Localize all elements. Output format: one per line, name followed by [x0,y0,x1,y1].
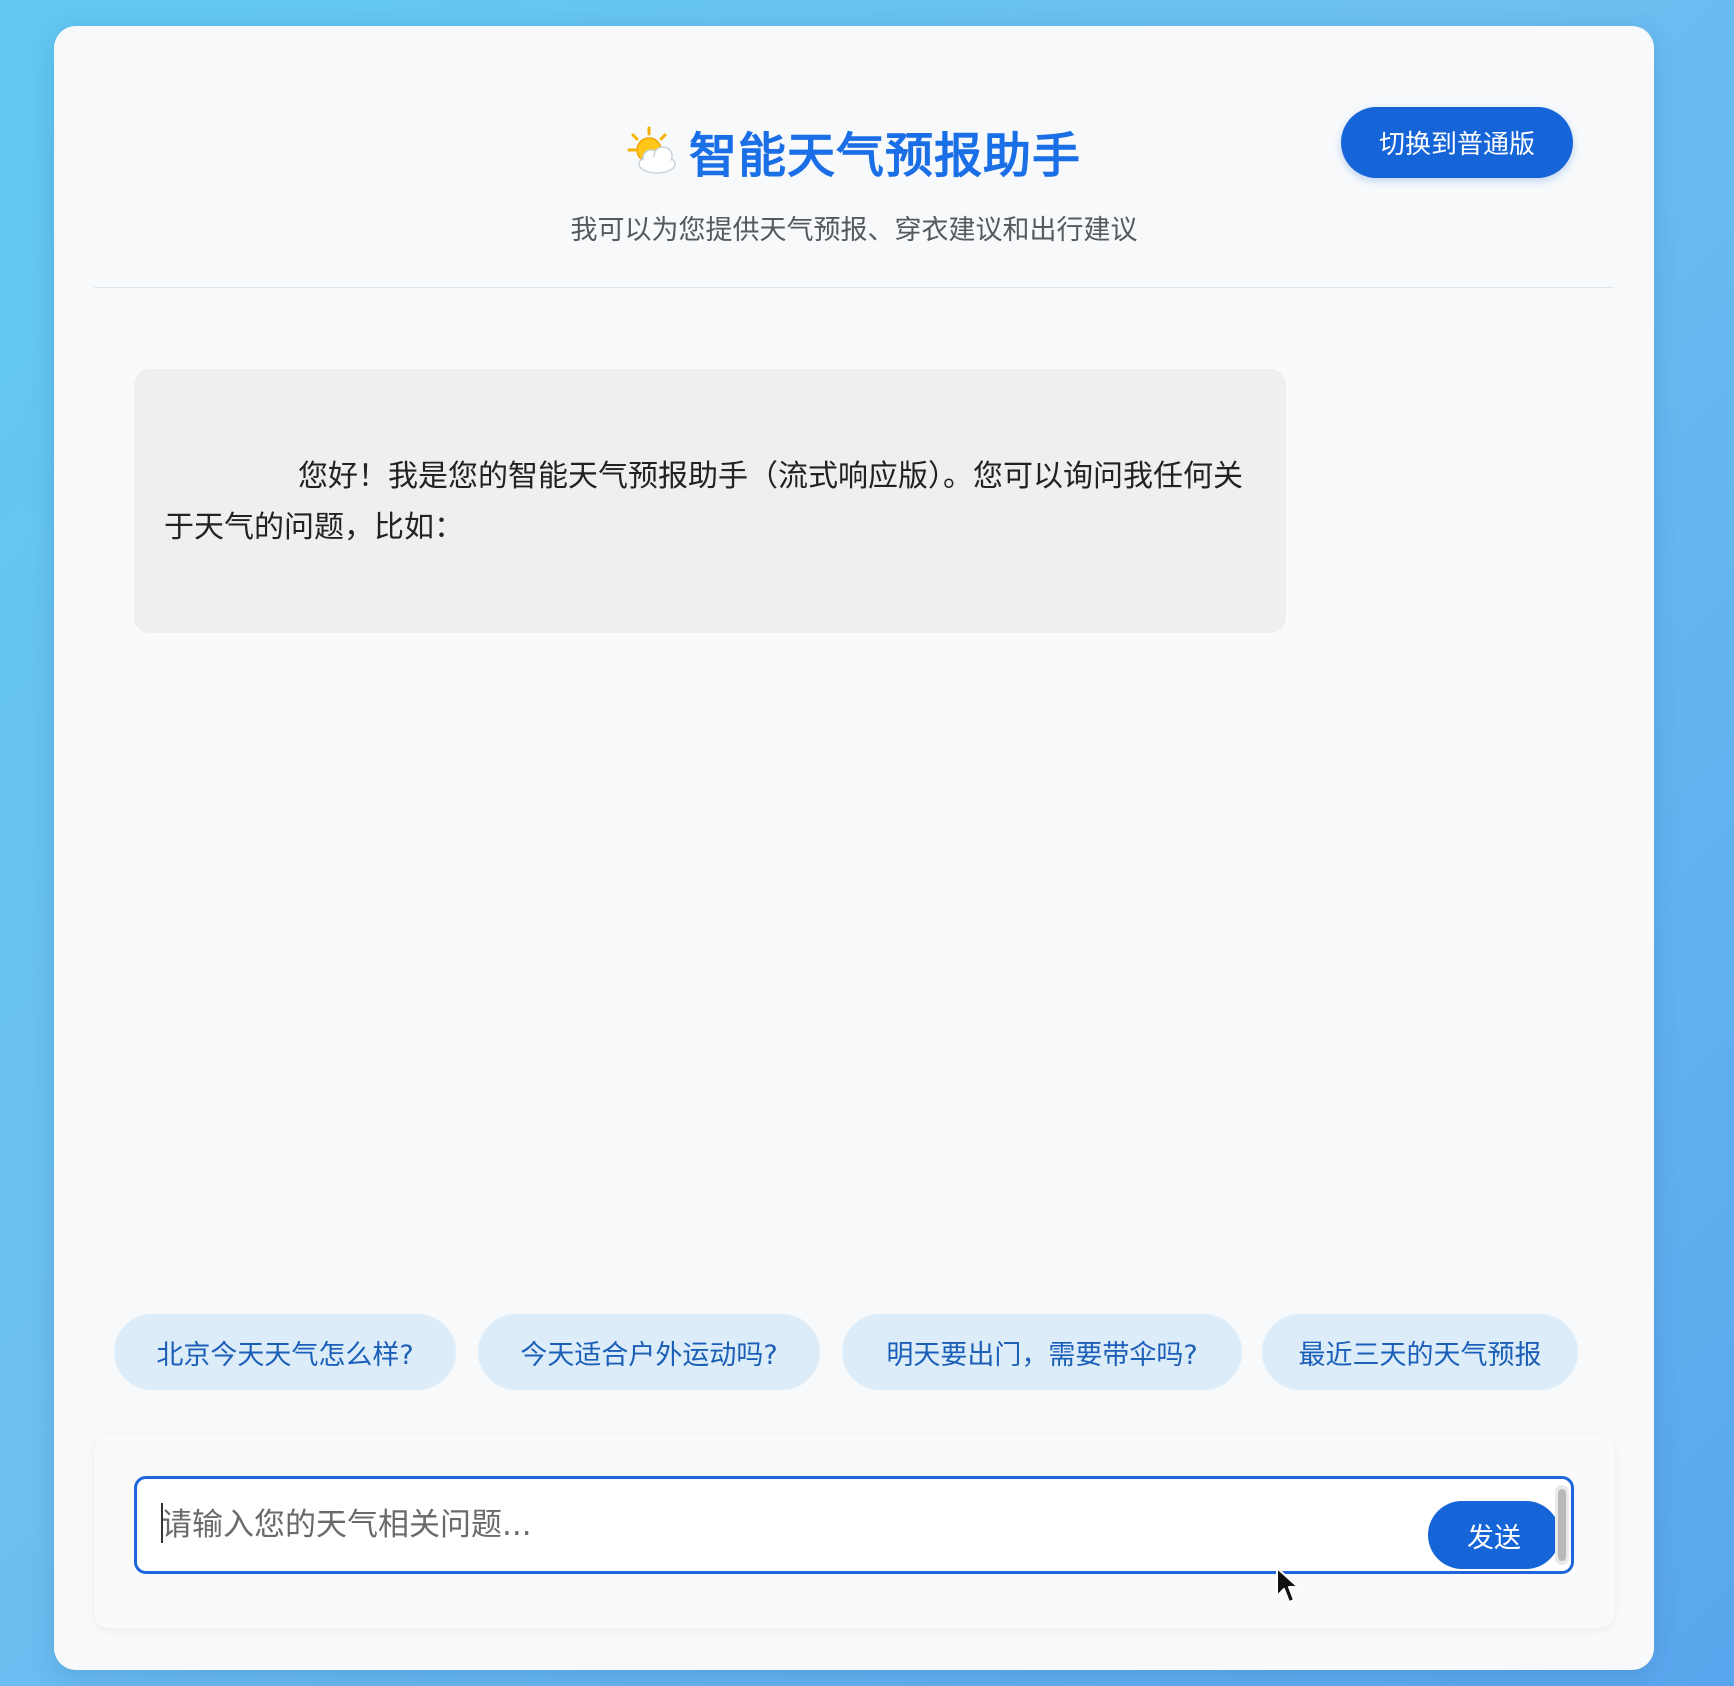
input-box[interactable]: 发送 [134,1476,1574,1574]
question-input[interactable] [161,1497,1311,1553]
suggestion-chip-beijing-weather[interactable]: 北京今天天气怎么样? [114,1314,456,1390]
switch-version-button[interactable]: 切换到普通版 [1341,107,1573,178]
suggestion-chip-umbrella[interactable]: 明天要出门，需要带伞吗? [842,1314,1242,1390]
mouse-pointer-icon [1276,1567,1299,1603]
suggestion-chip-outdoor-sports[interactable]: 今天适合户外运动吗? [478,1314,820,1390]
suggestion-chips: 北京今天天气怎么样? 今天适合户外运动吗? 明天要出门，需要带伞吗? 最近三天的… [60,1314,1580,1390]
send-button[interactable]: 发送 [1428,1501,1560,1569]
input-scrollbar[interactable] [1555,1485,1569,1565]
app-card: 智能天气预报助手 我可以为您提供天气预报、穿衣建议和出行建议 切换到普通版 您好… [54,26,1654,1670]
assistant-message: 您好！我是您的智能天气预报助手（流式响应版）。您可以询问我任何关于天气的问题，比… [134,369,1286,633]
suggestion-chip-three-day-forecast[interactable]: 最近三天的天气预报 [1262,1314,1578,1390]
page-title: 智能天气预报助手 [688,128,1081,184]
header: 智能天气预报助手 我可以为您提供天气预报、穿衣建议和出行建议 切换到普通版 [94,26,1614,288]
input-scrollbar-thumb[interactable] [1558,1489,1566,1561]
page-subtitle: 我可以为您提供天气预报、穿衣建议和出行建议 [570,215,1138,246]
assistant-message-text: 您好！我是您的智能天气预报助手（流式响应版）。您可以询问我任何关于天气的问题，比… [164,459,1243,545]
sun-behind-cloud-icon [627,125,679,177]
input-panel: 发送 [94,1436,1614,1628]
text-caret [161,1503,163,1543]
chat-messages[interactable]: 您好！我是您的智能天气预报助手（流式响应版）。您可以询问我任何关于天气的问题，比… [94,329,1614,1257]
